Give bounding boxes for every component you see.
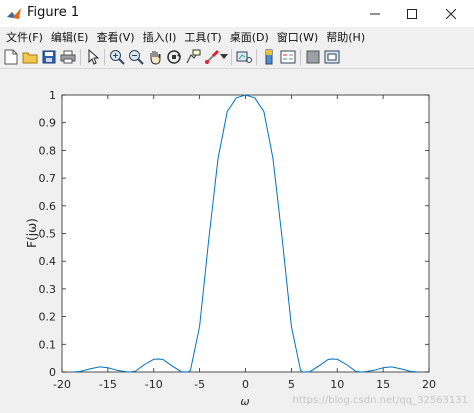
pointer-icon[interactable]	[84, 48, 102, 66]
brush-dropdown-icon[interactable]	[219, 48, 229, 66]
show-plot-tools-icon[interactable]	[323, 48, 341, 66]
y-tick-label: 0	[49, 366, 56, 379]
link-plot-icon[interactable]	[235, 48, 253, 66]
maximize-icon	[407, 8, 417, 19]
menu-view[interactable]: 查看(V)	[96, 29, 134, 45]
x-tick-label: 5	[288, 378, 295, 391]
legend-icon[interactable]	[279, 48, 297, 66]
y-tick-label: 1	[49, 89, 56, 102]
menu-window[interactable]: 窗口(W)	[277, 29, 318, 45]
x-tick-label: -5	[194, 378, 205, 391]
y-tick-label: 0.8	[39, 144, 57, 157]
toolbar-separator	[256, 49, 257, 65]
menu-tools[interactable]: 工具(T)	[184, 29, 221, 45]
y-tick-label: 0.4	[39, 255, 57, 268]
zoom-out-icon[interactable]	[127, 48, 145, 66]
pan-hand-icon[interactable]	[146, 48, 164, 66]
hide-plot-tools-icon[interactable]	[304, 48, 322, 66]
menu-help[interactable]: 帮助(H)	[326, 29, 365, 45]
y-tick-label: 0.5	[39, 228, 57, 241]
y-tick-label: 0.3	[39, 283, 57, 296]
save-icon[interactable]	[40, 48, 58, 66]
x-tick-label: -15	[99, 378, 117, 391]
menu-bar: 文件(F) 编辑(E) 查看(V) 插入(I) 工具(T) 桌面(D) 窗口(W…	[0, 27, 474, 46]
toolbar-separator	[80, 49, 81, 65]
x-tick-label: 10	[330, 378, 344, 391]
data-cursor-icon[interactable]	[184, 48, 202, 66]
menu-edit[interactable]: 编辑(E)	[51, 29, 89, 45]
menu-file[interactable]: 文件(F)	[6, 29, 43, 45]
new-figure-icon[interactable]	[2, 48, 20, 66]
menu-insert[interactable]: 插入(I)	[143, 29, 177, 45]
figure-toolbar	[0, 46, 474, 69]
watermark-text: https://blog.csdn.net/qq_32563131	[292, 395, 468, 406]
matlab-logo-icon	[7, 8, 21, 19]
open-file-icon[interactable]	[21, 48, 39, 66]
close-button[interactable]	[428, 0, 474, 27]
y-axis-label: F(jω)	[25, 218, 39, 248]
menu-desktop[interactable]: 桌面(D)	[230, 29, 269, 45]
window-title: Figure 1	[27, 5, 80, 20]
plot-svg: -20 -15 -10 -5 0 5 10 15 20 0 0.1 0.2 0.3 0.4 0.5 0.6 0.…	[25, 89, 436, 408]
y-tick-label: 0.2	[39, 311, 57, 324]
x-tick-label: -10	[145, 378, 163, 391]
figure-canvas: -20 -15 -10 -5 0 5 10 15 20 0 0.1 0.2 0.3 0.4 0.5 0.6 0.…	[0, 69, 474, 409]
y-tick-label: 0.7	[39, 172, 57, 185]
close-icon	[446, 8, 456, 19]
colorbar-icon[interactable]	[260, 48, 278, 66]
print-icon[interactable]	[59, 48, 77, 66]
toolbar-separator	[104, 49, 105, 65]
rotate-3d-icon[interactable]	[165, 48, 183, 66]
figure-window: Figure 1 文件(F) 编辑(E) 查看(V) 插入(I) 工具(T) 桌…	[0, 0, 474, 409]
y-tick-label: 0.9	[39, 117, 57, 130]
y-tick-label: 0.6	[39, 200, 57, 213]
zoom-in-icon[interactable]	[108, 48, 126, 66]
toolbar-separator	[231, 49, 232, 65]
title-bar: Figure 1	[0, 0, 474, 28]
x-tick-label: 20	[422, 378, 436, 391]
minimize-icon	[370, 13, 380, 14]
x-tick-label: 0	[242, 378, 249, 391]
x-axis-label: ω	[240, 395, 249, 408]
x-tick-label: -20	[53, 378, 71, 391]
x-tick-label: 15	[376, 378, 390, 391]
axes-background	[61, 94, 430, 373]
toolbar-separator	[300, 49, 301, 65]
y-tick-label: 0.1	[39, 338, 57, 351]
